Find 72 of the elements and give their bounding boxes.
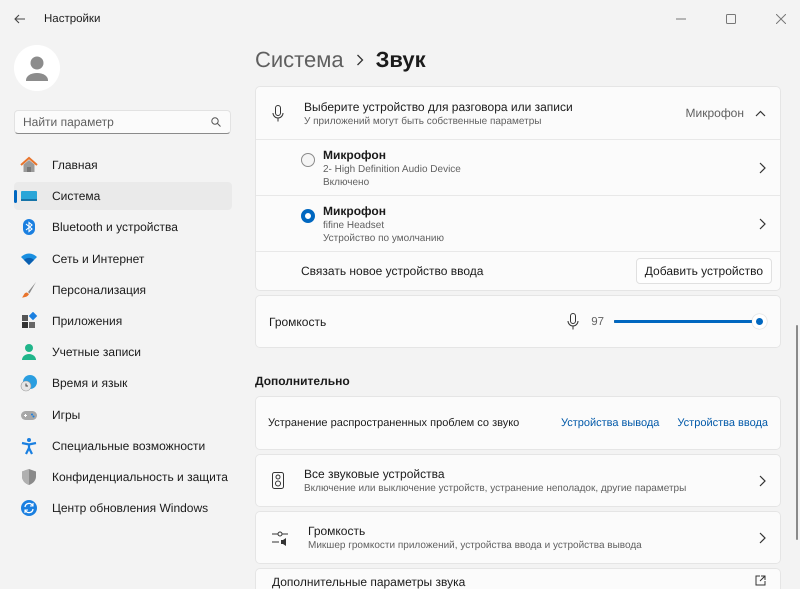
page-title: Звук — [376, 47, 426, 73]
sliders-icon — [272, 530, 288, 546]
troubleshoot-label: Устранение распространенных проблем со звуко — [268, 417, 520, 429]
settings-link-card[interactable]: Все звуковые устройства Включение или выключение устройств, устранение неполадок, другие параметры — [255, 454, 781, 507]
breadcrumb-parent[interactable]: Система — [255, 47, 344, 73]
bluetooth-icon — [20, 218, 38, 236]
brush-icon — [20, 280, 38, 299]
device-name: Микрофон — [323, 148, 387, 162]
maximize-icon[interactable] — [726, 14, 736, 24]
chevron-right-icon — [759, 162, 766, 174]
microphone-icon — [567, 313, 580, 330]
chevron-right-icon — [356, 54, 364, 66]
nav-item[interactable]: Центр обновления Windows — [14, 494, 232, 522]
nav-item[interactable]: Учетные записи — [14, 338, 232, 366]
nav-item[interactable]: Специальные возможности — [14, 432, 232, 460]
globe-clock-icon — [20, 374, 38, 392]
accessibility-icon — [20, 436, 38, 455]
volume-label: Громкость — [269, 314, 328, 328]
device-name: Микрофон — [323, 204, 387, 218]
device-row[interactable]: Микрофон 2- High Definition Audio Device Включено — [256, 140, 780, 196]
device-status: Устройство по умолчанию — [323, 232, 445, 244]
chevron-right-icon — [759, 532, 766, 544]
nav-item[interactable]: Система — [14, 182, 232, 210]
pair-device-label: Связать новое устройство ввода — [301, 264, 484, 278]
nav-item[interactable]: Конфиденциальность и защита — [14, 462, 232, 491]
selected-device-value: Микрофон — [686, 106, 744, 120]
chevron-right-icon — [759, 474, 766, 486]
section-heading: Дополнительно — [255, 374, 351, 388]
setting-description: У приложений могут быть собственные параметры — [304, 116, 542, 126]
speaker-icon — [272, 472, 284, 489]
device-description: 2- High Definition Audio Device — [323, 164, 462, 174]
settings-link-card[interactable]: Громкость Микшер громкости приложений, устройства ввода и устройства вывода — [255, 511, 781, 564]
chevron-right-icon — [759, 218, 766, 230]
setting-title: Выберите устройство для разговора или записи — [304, 100, 574, 114]
back-arrow-icon[interactable] — [14, 14, 26, 24]
device-row[interactable]: Микрофон fifine Headset Устройство по умолчанию — [256, 196, 780, 252]
external-link-icon — [755, 575, 766, 586]
nav-item[interactable]: Bluetooth и устройства — [14, 213, 232, 242]
radio-button[interactable] — [301, 152, 315, 166]
sync-icon — [20, 499, 38, 518]
nav-item[interactable]: Игры — [14, 400, 232, 428]
search-icon — [211, 117, 221, 127]
nav-item[interactable]: Приложения — [14, 306, 232, 335]
settings-link-card[interactable]: Дополнительные параметры звука — [255, 568, 781, 589]
setting-description: Микшер громкости приложений, устройства ввода и устройства вывода — [308, 540, 643, 551]
device-status: Включено — [323, 176, 370, 188]
nav-item[interactable]: Время и язык — [14, 369, 232, 398]
person-icon — [20, 343, 38, 362]
scrollbar[interactable] — [796, 325, 798, 540]
nav-item[interactable]: Сеть и Интернет — [14, 244, 232, 273]
setting-description: Включение или выключение устройств, устранение неполадок, другие параметры — [304, 483, 688, 494]
avatar-icon — [14, 45, 60, 91]
setting-title: Все звуковые устройства — [304, 467, 446, 481]
setting-title: Громкость — [308, 524, 366, 538]
link[interactable]: Устройства ввода — [677, 417, 768, 429]
search-field[interactable]: Найти параметр — [14, 110, 231, 134]
nav-item[interactable]: Главная — [14, 151, 232, 179]
setting-title: Дополнительные параметры звука — [272, 575, 466, 589]
radio-button[interactable] — [301, 208, 315, 222]
link[interactable]: Устройства вывода — [560, 417, 660, 429]
microphone-icon — [272, 104, 284, 122]
apps-icon — [20, 312, 38, 330]
nav-item[interactable]: Персонализация — [14, 276, 232, 304]
device-description: fifine Headset — [323, 220, 386, 230]
shield-icon — [20, 468, 38, 486]
volume-reading: 97 — [591, 316, 604, 328]
slider-thumb[interactable] — [752, 314, 766, 329]
house-icon — [20, 156, 38, 174]
window-title: Настройки — [44, 13, 100, 25]
add-device-button[interactable]: Добавить устройство — [636, 258, 772, 284]
input-device-header[interactable]: Выберите устройство для разговора или записи У приложений могут быть собственные параметры Микрофон — [256, 87, 780, 140]
close-icon[interactable] — [776, 14, 786, 24]
